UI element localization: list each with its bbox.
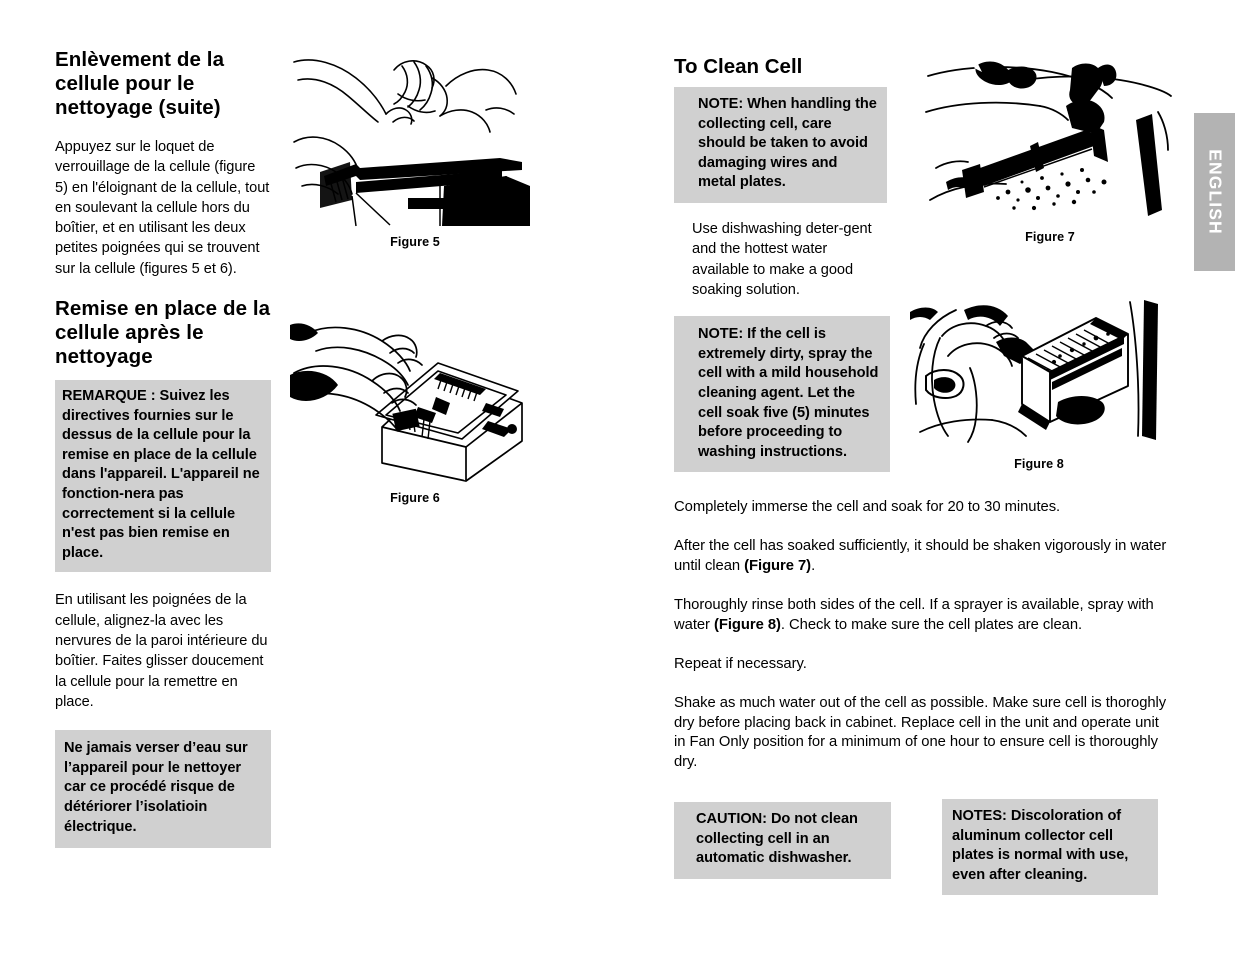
- paragraph-rinse-text-b: . Check to make sure the cell plates are…: [780, 616, 1083, 633]
- note-box-dirty-cell: NOTE: If the cell is extremely dirty, sp…: [674, 316, 890, 473]
- right-text-column: To Clean Cell NOTE: When handling the co…: [674, 55, 892, 473]
- language-tab-english: ENGLISH: [1194, 113, 1235, 271]
- paragraph-dry: Shake as much water out of the cell as p…: [674, 695, 1167, 770]
- figure-7: Figure 7: [922, 50, 1178, 244]
- section-heading-to-clean-cell: To Clean Cell: [674, 55, 803, 78]
- figure-6-illustration: [290, 311, 536, 486]
- figure-5-illustration: [290, 50, 530, 230]
- left-text-column: Enlèvement de la cellule pour le nettoya…: [55, 48, 271, 849]
- document-page: Enlèvement de la cellule pour le nettoya…: [0, 0, 1235, 954]
- figure-6-caption: Figure 6: [390, 491, 440, 505]
- paragraph-removal-instructions: Appuyez sur le loquet de verrouillage de…: [55, 139, 270, 277]
- section-heading-reinstall: Remise en place de la cellule après le n…: [55, 297, 271, 369]
- figure-6: Figure 6: [290, 311, 540, 505]
- section-heading-removal: Enlèvement de la cellule pour le nettoya…: [55, 48, 225, 119]
- language-tab-label: ENGLISH: [1205, 149, 1225, 235]
- paragraph-rinse: Thoroughly rinse both sides of the cell.…: [674, 596, 1174, 635]
- figure-8-reference: (Figure 8): [714, 616, 781, 633]
- figure-7-illustration: [922, 50, 1172, 225]
- caution-box: CAUTION: Do not clean collecting cell in…: [674, 802, 891, 879]
- figure-5: Figure 5: [290, 50, 540, 249]
- notes-box: NOTES: Discoloration of aluminum collect…: [942, 799, 1158, 896]
- right-wide-text-block: Completely immerse the cell and soak for…: [674, 498, 1174, 772]
- paragraph-shaken-text-b: .: [811, 557, 816, 574]
- note-box-handling: NOTE: When handling the collecting cell,…: [674, 87, 887, 203]
- paragraph-detergent: Use dishwashing deter-gent and the hotte…: [692, 220, 872, 298]
- figure-7-caption: Figure 7: [1025, 230, 1075, 244]
- left-figures-column: Figure 5 Figure 6: [290, 50, 540, 505]
- note-box-warning-water: Ne jamais verser d’eau sur l’appareil po…: [55, 730, 271, 849]
- figure-8-illustration: [900, 282, 1178, 452]
- figure-5-caption: Figure 5: [390, 235, 440, 249]
- paragraph-repeat: Repeat if necessary.: [674, 656, 807, 673]
- figure-8: Figure 8: [900, 282, 1178, 471]
- paragraph-immerse: Completely immerse the cell and soak for…: [674, 499, 1061, 515]
- paragraph-reinstall-instructions: En utilisant les poignées de la cellule,…: [55, 592, 268, 710]
- right-figures-column: Figure 7 Figure 8: [900, 50, 1178, 471]
- bottom-boxes-row: CAUTION: Do not clean collecting cell in…: [674, 799, 1174, 896]
- figure-7-reference: (Figure 7): [744, 557, 812, 574]
- figure-8-caption: Figure 8: [1014, 457, 1064, 471]
- note-box-remarque: REMARQUE : Suivez les directives fournie…: [55, 380, 271, 573]
- paragraph-shaken: After the cell has soaked sufficiently, …: [674, 537, 1174, 576]
